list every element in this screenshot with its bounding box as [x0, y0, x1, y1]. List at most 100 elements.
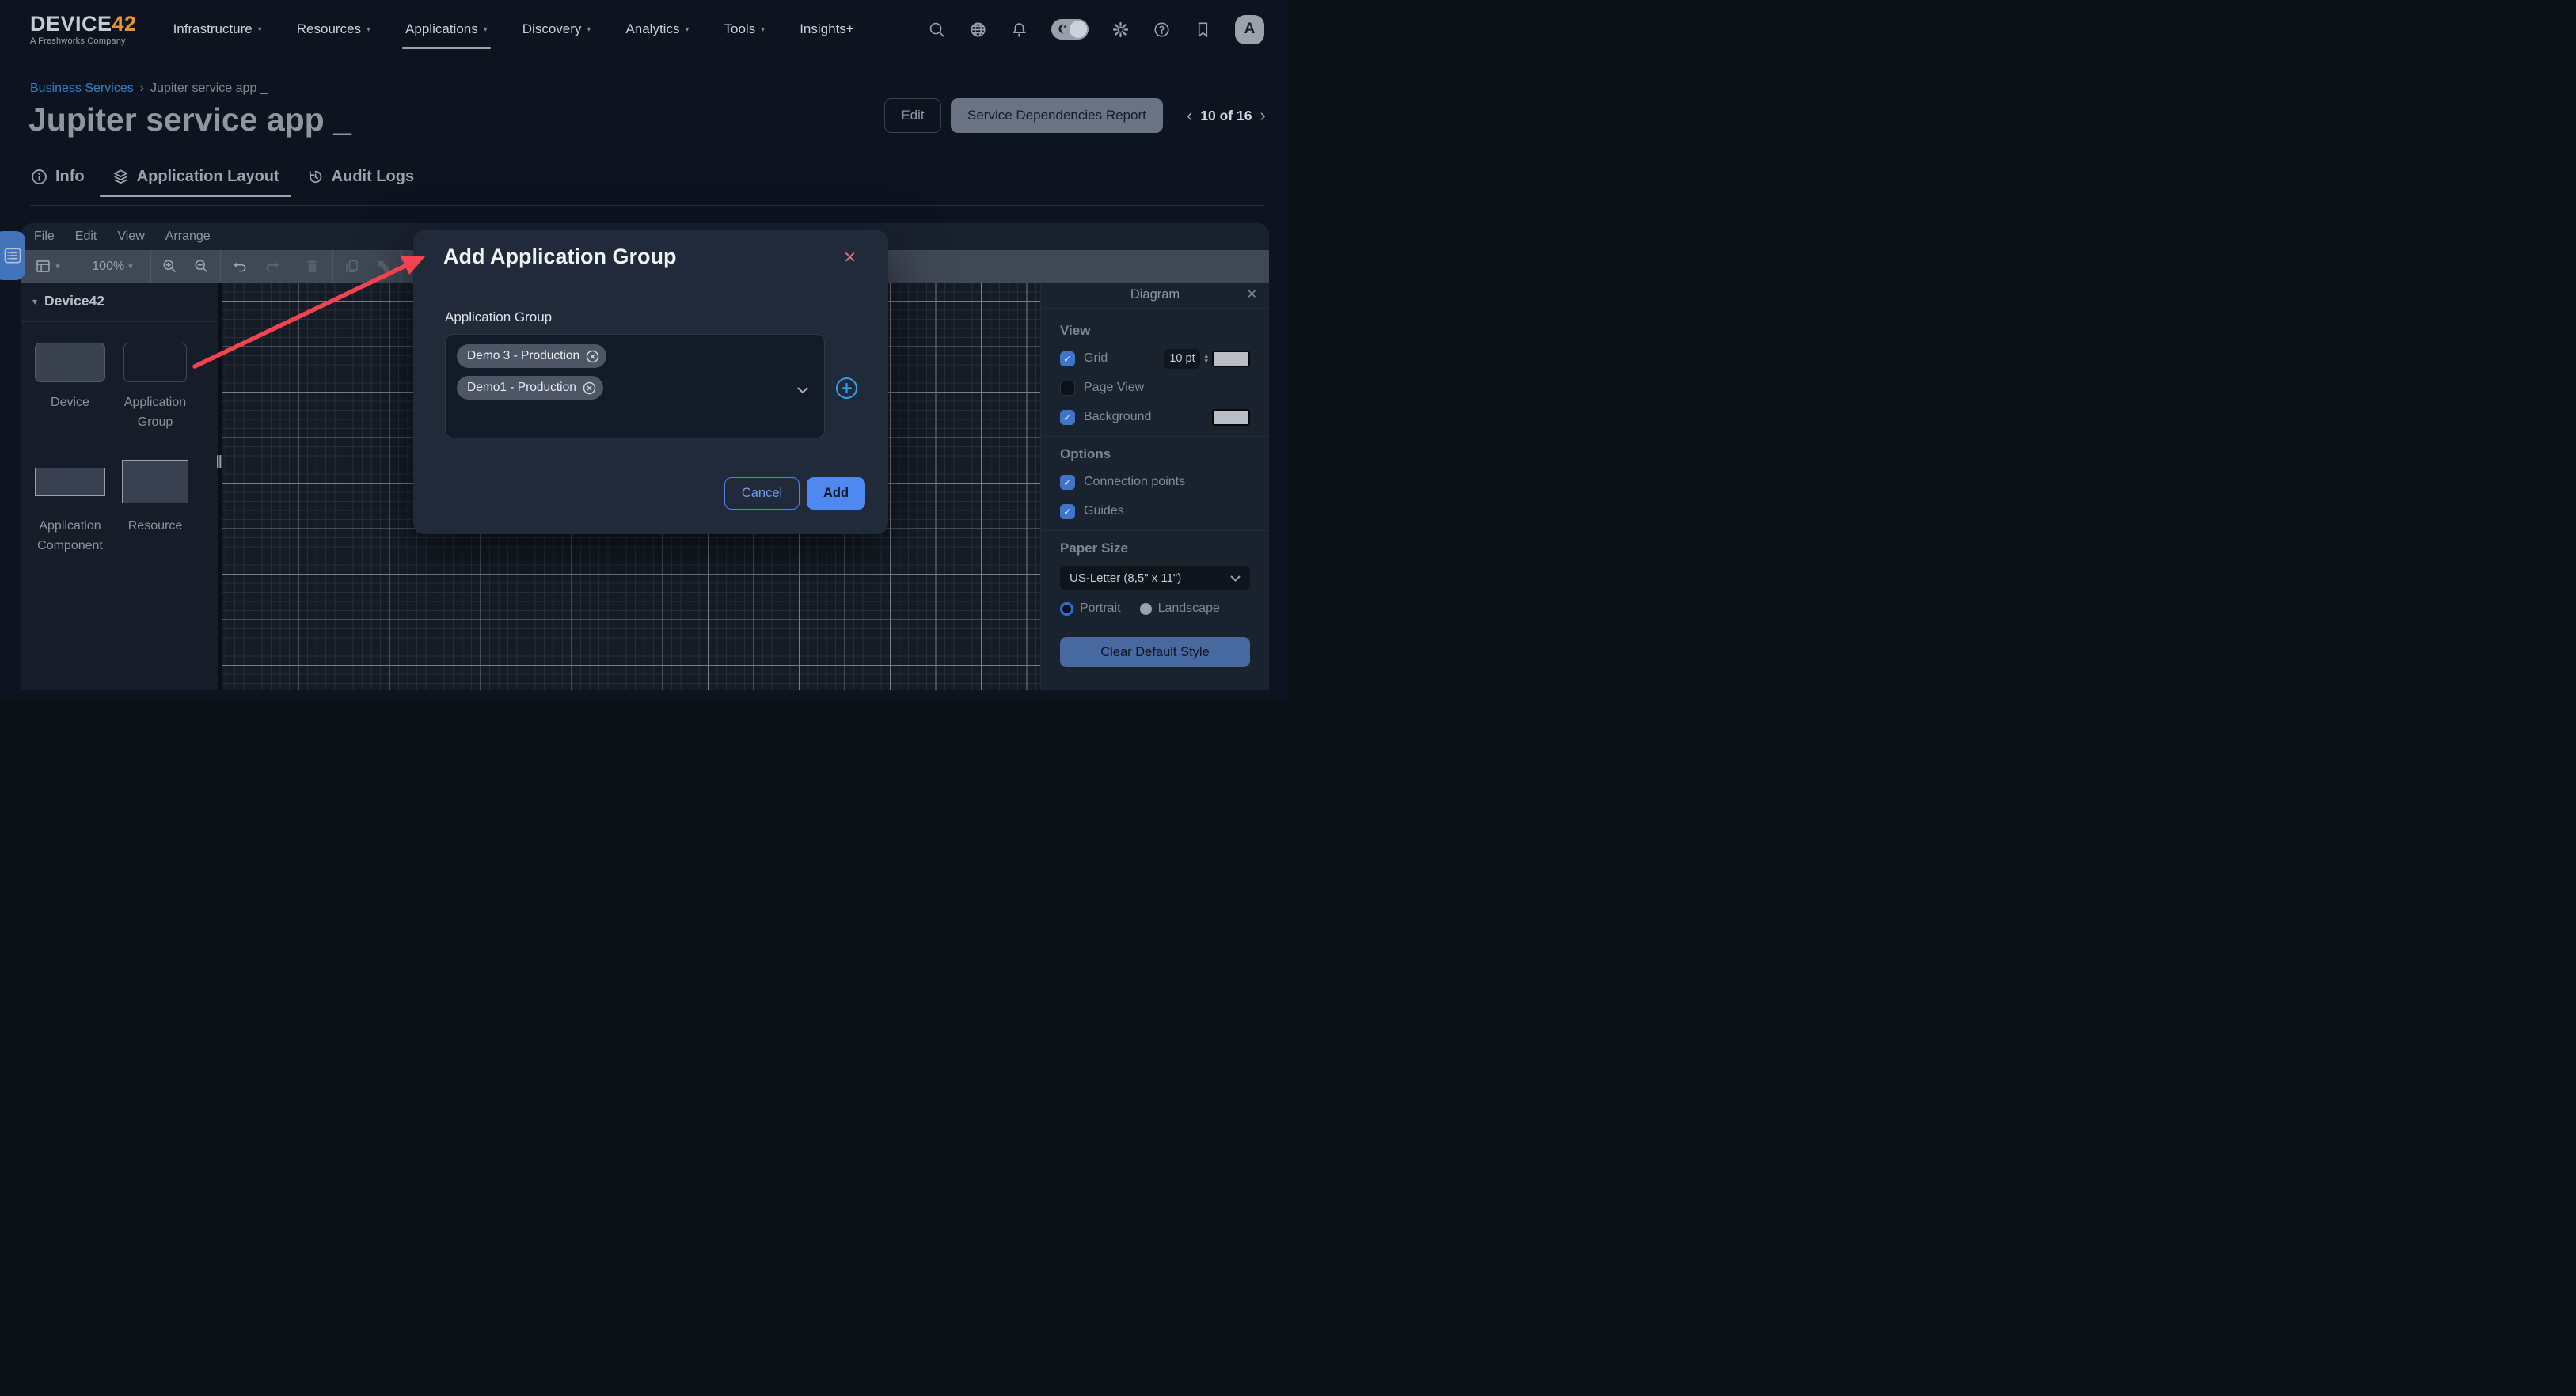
copy-button[interactable] — [344, 258, 360, 275]
page-title: Jupiter service app _ — [28, 101, 351, 138]
main-menu: Infrastructure▾ Resources▾ Applications▾… — [173, 0, 854, 59]
toggle-knob — [1070, 21, 1087, 38]
caret-down-icon: ▾ — [685, 25, 689, 34]
add-new-group-icon[interactable] — [836, 377, 857, 399]
breadcrumb-current: Jupiter service app _ — [150, 82, 268, 96]
menu-tools[interactable]: Tools▾ — [724, 0, 765, 59]
service-dependencies-report-button[interactable]: Service Dependencies Report — [951, 98, 1163, 133]
search-icon[interactable] — [928, 21, 946, 39]
menu-insights[interactable]: Insights+ — [800, 0, 854, 59]
connection-points-row: ✓ Connection points — [1060, 472, 1250, 492]
menu-discovery[interactable]: Discovery▾ — [522, 0, 591, 59]
panel-close-icon[interactable]: ✕ — [1247, 286, 1257, 302]
redo-button[interactable] — [264, 258, 280, 275]
panel-title: Diagram — [1041, 287, 1269, 302]
tab-audit-logs[interactable]: Audit Logs — [306, 168, 414, 188]
check-icon: ✓ — [1063, 477, 1072, 487]
grid-color-swatch[interactable] — [1212, 351, 1250, 367]
caret-down-icon: ▾ — [55, 261, 60, 271]
editor-menu-arrange[interactable]: Arrange — [165, 230, 211, 244]
dark-mode-toggle[interactable] — [1051, 19, 1089, 40]
shape-resource[interactable] — [122, 460, 188, 503]
undo-button[interactable] — [232, 258, 249, 275]
guides-checkbox[interactable]: ✓ — [1060, 504, 1075, 519]
grid-checkbox[interactable]: ✓ — [1060, 351, 1075, 366]
paper-size-select[interactable]: US-Letter (8,5" x 11") — [1060, 566, 1250, 590]
notifications-bell-icon[interactable] — [1010, 21, 1028, 39]
selected-chip: Demo 3 - Production — [457, 344, 606, 368]
editor-menu-view[interactable]: View — [117, 230, 144, 244]
top-nav: DEVICE42 A Freshworks Company Infrastruc… — [0, 0, 1288, 59]
shape-application-component-label: Application Component — [23, 517, 117, 556]
background-label: Background — [1084, 410, 1151, 424]
layers-icon — [112, 168, 130, 186]
pager-next-icon[interactable]: › — [1260, 107, 1266, 124]
page-view-label: Page View — [1084, 381, 1144, 395]
connection-points-checkbox[interactable]: ✓ — [1060, 475, 1075, 490]
page-view-tool-button[interactable]: ▾ — [35, 258, 60, 275]
bookmark-icon[interactable] — [1194, 21, 1212, 39]
help-icon[interactable] — [1153, 21, 1171, 39]
shape-device[interactable] — [35, 343, 105, 382]
panel-divider — [1041, 530, 1269, 531]
guides-label: Guides — [1084, 504, 1124, 518]
zoom-in-button[interactable] — [161, 258, 178, 275]
panel-header: Diagram ✕ — [1041, 283, 1269, 309]
background-checkbox[interactable]: ✓ — [1060, 410, 1075, 425]
globe-icon[interactable] — [969, 21, 987, 39]
shapes-divider — [21, 321, 218, 322]
menu-infrastructure[interactable]: Infrastructure▾ — [173, 0, 262, 59]
tab-application-layout[interactable]: Application Layout — [112, 168, 279, 188]
toolbar-delete-group — [291, 250, 333, 283]
logo-wordmark: DEVICE42 — [30, 13, 137, 35]
info-icon — [30, 168, 48, 186]
cancel-button[interactable]: Cancel — [724, 477, 800, 510]
dropdown-chevron-icon[interactable] — [797, 384, 808, 391]
remove-chip-icon[interactable] — [586, 350, 599, 363]
menu-resources[interactable]: Resources▾ — [297, 0, 370, 59]
page-view-checkbox[interactable]: ✓ — [1060, 381, 1075, 396]
portrait-radio[interactable] — [1060, 602, 1073, 616]
zoom-out-button[interactable] — [193, 258, 210, 275]
settings-gear-icon[interactable] — [1111, 21, 1130, 39]
extract-structure-button[interactable] — [375, 258, 392, 275]
shapes-panel-toggle-button[interactable] — [0, 231, 25, 280]
background-color-swatch[interactable] — [1212, 409, 1250, 426]
grid-size-input[interactable]: 10 pt — [1164, 349, 1200, 369]
shape-application-group[interactable] — [123, 343, 187, 382]
user-avatar[interactable]: A — [1235, 15, 1264, 44]
breadcrumb-business-services-link[interactable]: Business Services — [30, 82, 134, 96]
paper-size-value: US-Letter (8,5" x 11") — [1070, 571, 1181, 585]
editor-menu-edit[interactable]: Edit — [75, 230, 97, 244]
editor-menu-file[interactable]: File — [34, 230, 55, 244]
remove-chip-icon[interactable] — [583, 381, 596, 395]
pager-prev-icon[interactable]: ‹ — [1187, 107, 1192, 124]
grid-size-controls: 10 pt ▴▾ — [1164, 349, 1250, 369]
application-group-multiselect[interactable]: Demo 3 - Production Demo1 - Production — [445, 334, 825, 438]
modal-close-icon[interactable]: ✕ — [843, 248, 857, 267]
add-button[interactable]: Add — [807, 477, 865, 510]
modal-title: Add Application Group — [443, 245, 676, 269]
nav-actions: A — [928, 15, 1264, 44]
caret-down-icon: ▾ — [258, 25, 262, 34]
zoom-level-dropdown[interactable]: 100% ▾ — [92, 260, 132, 274]
edit-button[interactable]: Edit — [884, 98, 941, 133]
toolbar-view-group: ▾ — [21, 250, 74, 283]
grid-row: ✓ Grid 10 pt ▴▾ — [1060, 348, 1250, 369]
shape-application-component[interactable] — [35, 468, 105, 496]
device42-logo[interactable]: DEVICE42 A Freshworks Company — [30, 13, 137, 46]
check-icon: ✓ — [1063, 506, 1072, 517]
caret-down-icon: ▾ — [484, 25, 488, 34]
delete-button[interactable] — [304, 258, 321, 275]
shapes-section-header[interactable]: ▾ Device42 — [32, 293, 104, 309]
menu-analytics[interactable]: Analytics▾ — [625, 0, 689, 59]
add-application-group-modal: Add Application Group ✕ Application Grou… — [413, 230, 888, 534]
landscape-radio[interactable] — [1140, 603, 1152, 615]
background-row: ✓ Background — [1060, 407, 1250, 427]
grid-size-stepper[interactable]: ▴▾ — [1204, 353, 1208, 364]
tab-info[interactable]: Info — [30, 168, 85, 188]
pager-count: 10 of 16 — [1200, 108, 1252, 124]
clear-default-style-button[interactable]: Clear Default Style — [1060, 637, 1250, 667]
menu-applications[interactable]: Applications▾ — [405, 0, 488, 59]
toolbar-zoom-group: 100% ▾ — [74, 250, 151, 283]
